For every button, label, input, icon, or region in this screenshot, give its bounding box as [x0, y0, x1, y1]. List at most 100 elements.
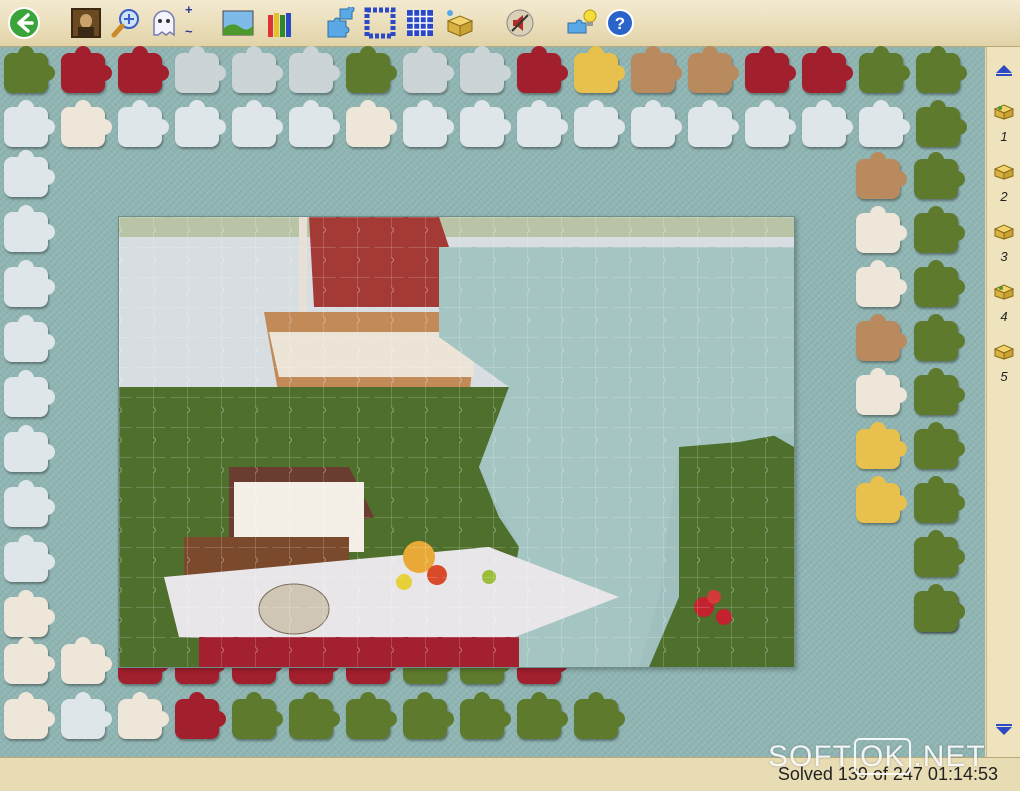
piece-box-rail: 1 2 3 4 5 [986, 47, 1020, 757]
puzzle-piece[interactable] [4, 692, 55, 739]
puzzle-piece[interactable] [914, 585, 965, 632]
puzzle-piece[interactable] [574, 100, 625, 147]
puzzle-piece[interactable] [460, 46, 511, 93]
puzzle-piece[interactable] [4, 590, 55, 637]
all-pieces-grid-button[interactable] [404, 7, 436, 39]
puzzle-piece[interactable] [517, 46, 568, 93]
puzzle-piece[interactable] [574, 46, 625, 93]
box-number: 4 [1000, 309, 1008, 324]
puzzle-piece[interactable] [914, 368, 965, 415]
puzzle-piece[interactable] [289, 46, 340, 93]
puzzle-piece[interactable] [4, 480, 55, 527]
zoom-in-button[interactable] [110, 7, 142, 39]
puzzle-piece[interactable] [460, 100, 511, 147]
ghost-plus-label[interactable]: + [185, 2, 193, 17]
puzzle-piece[interactable] [4, 205, 55, 252]
puzzle-piece[interactable] [914, 206, 965, 253]
puzzle-piece[interactable] [914, 422, 965, 469]
box-5[interactable]: 5 [992, 342, 1016, 384]
puzzle-piece[interactable] [403, 46, 454, 93]
ghost-image-button[interactable] [148, 7, 180, 39]
triangle-up-icon[interactable] [995, 63, 1013, 77]
sort-box-button[interactable] [444, 7, 476, 39]
back-button[interactable] [8, 7, 40, 39]
pencils-button[interactable] [264, 7, 296, 39]
puzzle-piece[interactable] [856, 314, 907, 361]
puzzle-piece[interactable] [232, 100, 283, 147]
box-4[interactable]: 4 [992, 282, 1016, 324]
puzzle-piece[interactable] [118, 100, 169, 147]
box-1[interactable]: 1 [992, 102, 1016, 144]
puzzle-piece[interactable] [856, 476, 907, 523]
puzzle-piece[interactable] [802, 46, 853, 93]
puzzle-piece[interactable] [856, 152, 907, 199]
puzzle-piece[interactable] [631, 100, 682, 147]
puzzle-piece[interactable] [631, 46, 682, 93]
puzzle-piece[interactable] [4, 370, 55, 417]
box-2[interactable]: 2 [992, 162, 1016, 204]
puzzle-piece[interactable] [745, 100, 796, 147]
puzzle-piece[interactable] [289, 692, 340, 739]
help-button[interactable]: ? [604, 7, 636, 39]
puzzle-piece[interactable] [61, 692, 112, 739]
sound-button[interactable] [504, 7, 536, 39]
puzzle-piece[interactable] [4, 150, 55, 197]
puzzle-board[interactable] [0, 46, 985, 757]
puzzle-piece[interactable] [4, 260, 55, 307]
puzzle-piece[interactable] [859, 46, 910, 93]
puzzle-piece[interactable] [4, 535, 55, 582]
puzzle-piece[interactable] [289, 100, 340, 147]
puzzle-piece[interactable] [4, 100, 55, 147]
puzzle-piece[interactable] [688, 100, 739, 147]
puzzle-piece[interactable] [914, 530, 965, 577]
puzzle-assembly-frame[interactable] [118, 216, 795, 668]
puzzle-piece[interactable] [232, 46, 283, 93]
puzzle-piece[interactable] [175, 692, 226, 739]
puzzle-piece[interactable] [802, 100, 853, 147]
puzzle-piece[interactable] [916, 46, 967, 93]
puzzle-piece[interactable] [856, 422, 907, 469]
puzzle-piece[interactable] [346, 100, 397, 147]
puzzle-piece[interactable] [403, 100, 454, 147]
picture-preview-button[interactable] [70, 7, 102, 39]
puzzle-piece[interactable] [856, 260, 907, 307]
landscape-button[interactable] [222, 7, 254, 39]
puzzle-piece[interactable] [346, 692, 397, 739]
puzzle-piece[interactable] [916, 100, 967, 147]
hint-button[interactable] [566, 7, 598, 39]
puzzle-piece[interactable] [118, 46, 169, 93]
puzzle-piece[interactable] [688, 46, 739, 93]
watermark-right: .NET [913, 740, 986, 773]
puzzle-piece[interactable] [403, 692, 454, 739]
puzzle-piece[interactable] [61, 46, 112, 93]
puzzle-piece[interactable] [856, 206, 907, 253]
puzzle-piece[interactable] [346, 46, 397, 93]
puzzle-piece[interactable] [4, 315, 55, 362]
puzzle-piece[interactable] [914, 314, 965, 361]
puzzle-piece[interactable] [856, 368, 907, 415]
puzzle-piece[interactable] [4, 425, 55, 472]
ghost-minus-label[interactable]: ~ [185, 24, 193, 39]
box-3[interactable]: 3 [992, 222, 1016, 264]
box-number: 2 [1000, 189, 1008, 204]
shuffle-pieces-button[interactable] [324, 7, 356, 39]
puzzle-piece[interactable] [175, 46, 226, 93]
puzzle-piece[interactable] [4, 46, 55, 93]
puzzle-piece[interactable] [914, 476, 965, 523]
puzzle-piece[interactable] [517, 692, 568, 739]
puzzle-piece[interactable] [118, 692, 169, 739]
puzzle-piece[interactable] [4, 637, 55, 684]
puzzle-piece[interactable] [914, 260, 965, 307]
puzzle-piece[interactable] [175, 100, 226, 147]
edge-pieces-button[interactable] [364, 7, 396, 39]
puzzle-piece[interactable] [517, 100, 568, 147]
triangle-down-icon[interactable] [995, 723, 1013, 737]
puzzle-piece[interactable] [61, 637, 112, 684]
puzzle-piece[interactable] [574, 692, 625, 739]
puzzle-piece[interactable] [232, 692, 283, 739]
puzzle-piece[interactable] [61, 100, 112, 147]
puzzle-piece[interactable] [745, 46, 796, 93]
puzzle-piece[interactable] [859, 100, 910, 147]
puzzle-piece[interactable] [460, 692, 511, 739]
puzzle-piece[interactable] [914, 152, 965, 199]
